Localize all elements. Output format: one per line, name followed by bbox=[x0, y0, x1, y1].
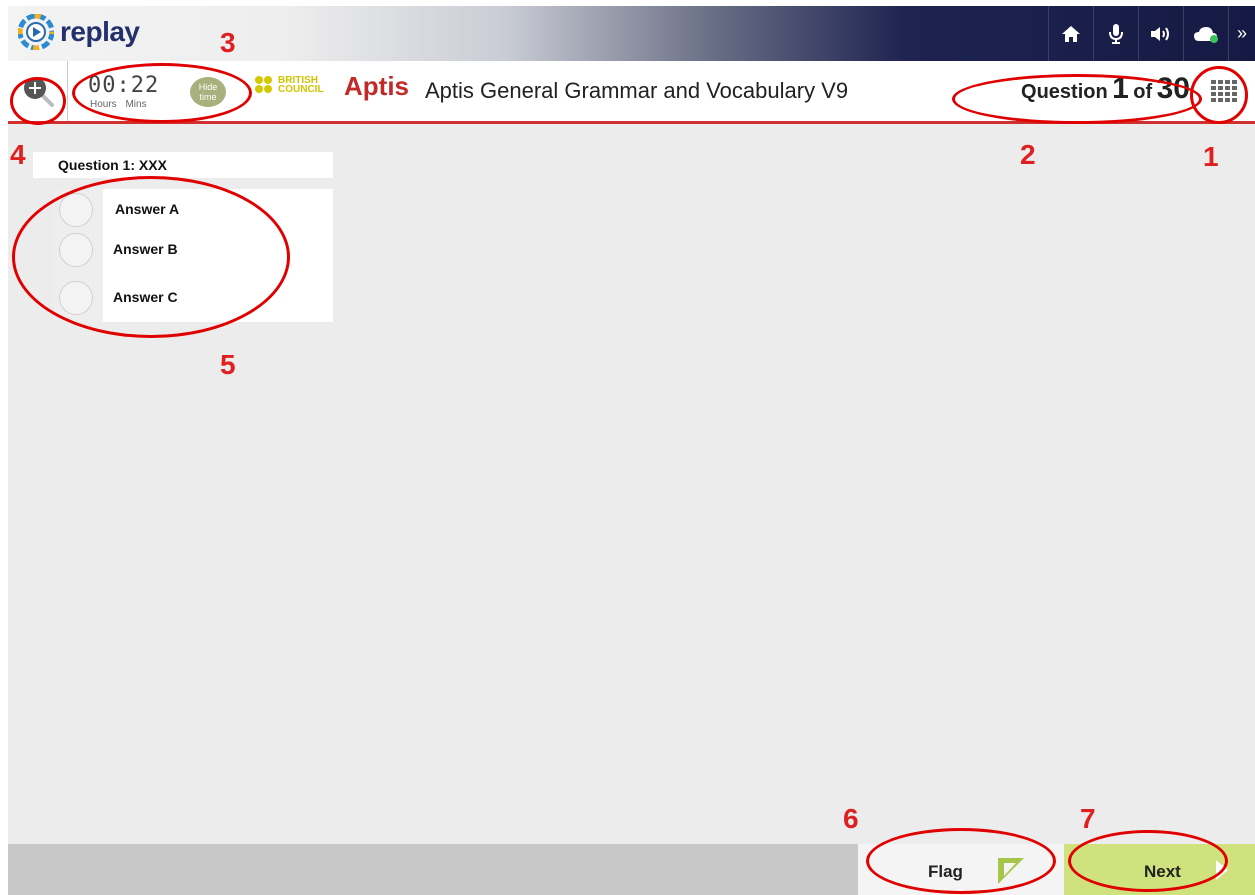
question-counter: Question 1 of 30 bbox=[1021, 72, 1190, 106]
microphone-icon[interactable] bbox=[1093, 6, 1138, 61]
replay-logo-icon bbox=[18, 14, 54, 50]
question-current: 1 bbox=[1112, 72, 1129, 105]
answer-label: Answer A bbox=[115, 201, 180, 217]
answer-label: Answer B bbox=[113, 241, 178, 257]
home-icon[interactable] bbox=[1048, 6, 1093, 61]
annotation-number: 4 bbox=[10, 139, 26, 170]
flag-button[interactable]: Flag bbox=[858, 844, 1064, 895]
double-chevron-right-icon[interactable]: » bbox=[1228, 6, 1255, 61]
speaker-icon[interactable] bbox=[1138, 6, 1183, 61]
next-button[interactable]: Next bbox=[1064, 844, 1255, 895]
annotation-number: 7 bbox=[1080, 803, 1096, 834]
chevron-right-icon bbox=[1216, 860, 1228, 880]
answer-option-a[interactable]: Answer A bbox=[53, 191, 333, 231]
flag-label: Flag bbox=[928, 862, 963, 881]
flag-icon bbox=[998, 858, 1024, 884]
timer-units: Hours Mins bbox=[90, 99, 147, 110]
annotation-number: 2 bbox=[1020, 139, 1036, 170]
grid-icon bbox=[1211, 80, 1237, 102]
question-word: Question bbox=[1021, 81, 1108, 103]
test-title: Aptis General Grammar and Vocabulary V9 bbox=[425, 78, 849, 103]
answer-label: Answer C bbox=[113, 289, 178, 305]
app-frame: replay » 00:22 Hours Mins Hide time BRIT… bbox=[8, 6, 1255, 895]
question-of: of bbox=[1133, 81, 1153, 103]
next-label: Next bbox=[1144, 862, 1181, 881]
annotation-number: 6 bbox=[843, 803, 859, 834]
radio-button[interactable] bbox=[59, 233, 93, 267]
question-total: 30 bbox=[1156, 72, 1190, 105]
timer-value: 00:22 bbox=[88, 73, 160, 98]
annotation-number: 3 bbox=[220, 27, 236, 58]
replay-logo: replay bbox=[18, 12, 140, 52]
timer-hours-label: Hours bbox=[90, 99, 117, 110]
cloud-icon[interactable] bbox=[1183, 6, 1228, 61]
annotation-number: 1 bbox=[1203, 141, 1219, 172]
radio-button[interactable] bbox=[59, 281, 93, 315]
british-council-dots-icon bbox=[255, 76, 272, 93]
top-bar: replay » bbox=[8, 6, 1255, 61]
answer-option-c[interactable]: Answer C bbox=[53, 279, 333, 319]
footer-bar: Flag Next bbox=[8, 844, 1255, 895]
radio-button[interactable] bbox=[59, 193, 93, 227]
question-title: Question 1: XXX bbox=[33, 152, 333, 178]
timer-mins-label: Mins bbox=[125, 99, 147, 110]
aptis-brand: Aptis bbox=[344, 71, 409, 101]
test-header: 00:22 Hours Mins Hide time BRITISH COUNC… bbox=[8, 61, 1255, 124]
answer-option-b[interactable]: Answer B bbox=[53, 231, 333, 271]
british-council-text: BRITISH COUNCIL bbox=[278, 76, 324, 95]
top-toolbar: » bbox=[1048, 6, 1255, 61]
annotation-number: 5 bbox=[220, 349, 236, 380]
bc-text-line-2: COUNCIL bbox=[278, 84, 324, 95]
zoom-button[interactable] bbox=[8, 61, 68, 121]
answer-options: Answer A Answer B Answer C bbox=[53, 189, 333, 322]
british-council-logo: BRITISH COUNCIL bbox=[254, 75, 324, 95]
hide-time-button[interactable]: Hide time bbox=[190, 77, 226, 107]
app-name: replay bbox=[60, 16, 140, 47]
zoom-in-icon bbox=[23, 77, 54, 107]
question-grid-button[interactable] bbox=[1209, 77, 1239, 105]
